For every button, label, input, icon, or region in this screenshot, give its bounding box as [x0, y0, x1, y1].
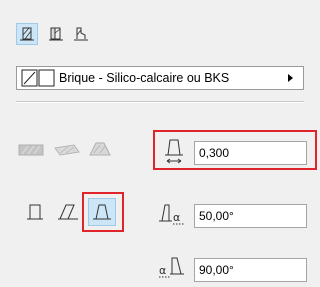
thickness-input[interactable]: 0,300	[194, 141, 307, 165]
shape-trapezoid-button[interactable]	[88, 198, 116, 226]
wall-composite-icon	[49, 27, 63, 41]
angle-bottom-label-icon: α	[158, 256, 190, 282]
fill-slanted-button[interactable]	[54, 143, 80, 157]
shape-slanted-button[interactable]	[57, 203, 79, 221]
profile-complex-button[interactable]	[70, 23, 92, 45]
profile-fill-icon	[89, 142, 111, 156]
thickness-icon	[165, 139, 183, 164]
wall-hatch-icon	[20, 27, 34, 41]
straight-wall-icon	[27, 204, 43, 220]
angle-top-value: 50,00°	[199, 209, 234, 223]
fill-profile-button[interactable]	[88, 141, 112, 157]
wall-profile-icon	[74, 27, 88, 41]
slanted-wall-icon	[58, 204, 78, 220]
svg-text:α: α	[173, 211, 180, 224]
brick-pattern-icon	[21, 69, 55, 87]
fill-flat-button[interactable]	[18, 143, 44, 157]
thickness-value: 0,300	[199, 146, 230, 160]
flat-fill-icon	[18, 144, 44, 156]
material-dropdown[interactable]: Brique - Silico-calcaire ou BKS	[16, 66, 304, 90]
profile-composite-button[interactable]	[45, 23, 67, 45]
caret-right-icon	[288, 74, 293, 82]
shape-straight-button[interactable]	[26, 203, 44, 221]
svg-text:α: α	[159, 264, 166, 277]
slanted-fill-icon	[54, 144, 80, 156]
angle-top-input[interactable]: 50,00°	[194, 204, 307, 228]
angle-alpha-icon: α	[159, 257, 184, 278]
angle-bottom-value: 90,00°	[199, 263, 234, 277]
angle-bottom-input[interactable]: 90,00°	[194, 258, 307, 282]
angle-alpha-icon: α	[159, 204, 184, 225]
profile-basic-button[interactable]	[16, 23, 38, 45]
trapezoid-wall-icon	[93, 204, 111, 220]
separator	[16, 101, 304, 103]
material-label: Brique - Silico-calcaire ou BKS	[59, 71, 230, 85]
thickness-label-icon	[163, 136, 185, 164]
angle-top-label-icon: α	[158, 201, 190, 227]
